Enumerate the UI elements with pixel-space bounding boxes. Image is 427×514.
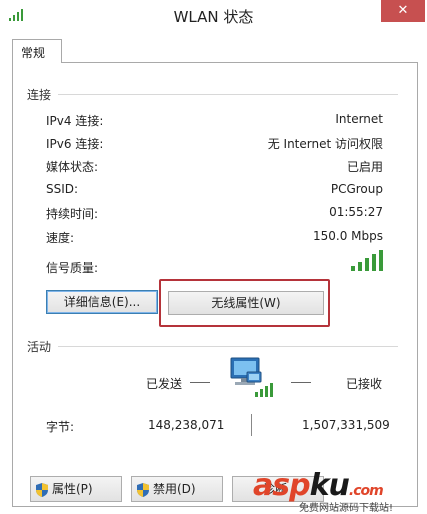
disable-label: 禁用(D) <box>153 482 196 496</box>
connection-group-label: 连接 <box>27 86 56 103</box>
disable-button[interactable]: 禁用(D) <box>131 476 223 502</box>
wireless-properties-button[interactable]: 无线属性(W) <box>168 291 324 315</box>
bytes-label: 字节: <box>46 420 75 434</box>
details-button[interactable]: 详细信息(E)... <box>46 290 158 314</box>
duration-label: 持续时间: <box>46 207 99 221</box>
ssid-value: PCGroup <box>330 182 383 196</box>
close-button[interactable]: ✕ <box>381 0 425 22</box>
bytes-received-value: 1,507,331,509 <box>302 418 390 432</box>
tab-general[interactable]: 常规 <box>12 39 62 63</box>
ipv6-value: 无 Internet 访问权限 <box>267 137 383 151</box>
network-icon <box>230 357 273 397</box>
group-divider <box>58 346 398 347</box>
media-state-value: 已启用 <box>346 160 383 174</box>
uac-shield-icon <box>137 482 149 497</box>
received-label: 已接收 <box>346 377 383 391</box>
properties-button[interactable]: 属性(P) <box>30 476 122 502</box>
signal-strength-icon <box>351 250 383 271</box>
ipv4-value: Internet <box>335 112 383 126</box>
bytes-sent-value: 148,238,071 <box>148 418 225 432</box>
bytes-separator <box>251 414 252 436</box>
diagnose-button[interactable]: 诊断 <box>232 476 324 502</box>
signal-quality-label: 信号质量: <box>46 261 99 275</box>
diagnose-label: 诊断 <box>263 482 288 496</box>
group-divider <box>58 94 398 95</box>
ipv4-label: IPv4 连接: <box>46 114 104 128</box>
tab-label: 常规 <box>21 46 46 60</box>
ssid-label: SSID: <box>46 182 79 196</box>
close-icon: ✕ <box>397 3 409 18</box>
properties-label: 属性(P) <box>52 482 93 496</box>
received-dash <box>291 382 311 383</box>
sent-label: 已发送 <box>146 377 183 391</box>
title-bar: WLAN 状态 ✕ <box>0 0 427 32</box>
speed-value: 150.0 Mbps <box>312 229 383 243</box>
sent-dash <box>190 382 210 383</box>
activity-group-label: 活动 <box>27 338 56 355</box>
speed-label: 速度: <box>46 231 75 245</box>
duration-value: 01:55:27 <box>329 205 383 219</box>
uac-shield-icon <box>36 482 48 497</box>
ipv6-label: IPv6 连接: <box>46 137 104 151</box>
media-state-label: 媒体状态: <box>46 160 99 174</box>
window-title: WLAN 状态 <box>173 8 254 26</box>
